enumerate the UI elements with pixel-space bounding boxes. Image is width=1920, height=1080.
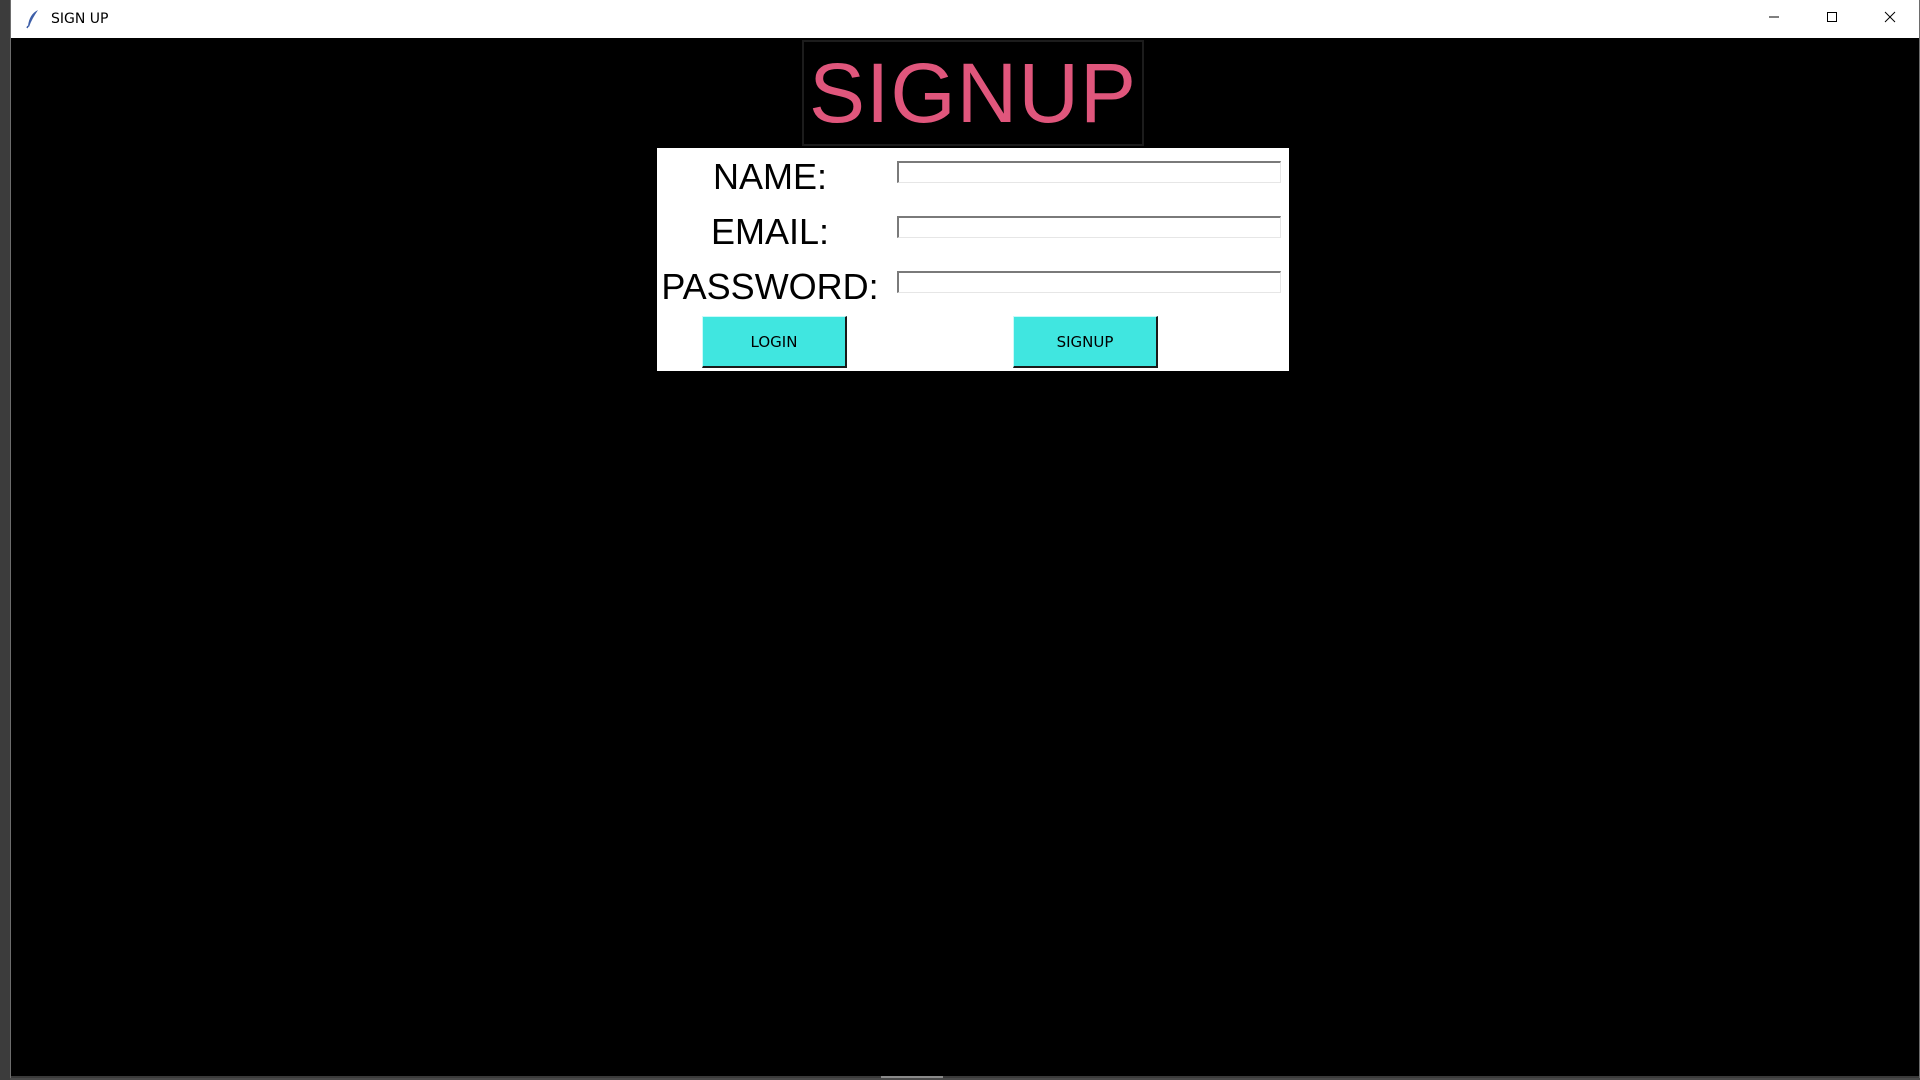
close-icon <box>1884 10 1896 28</box>
minimize-icon <box>1768 10 1780 28</box>
maximize-icon <box>1826 10 1838 28</box>
signup-window: SIGN UP SIGNUP NAME: EMAIL: PASSWORD: LO… <box>10 0 1920 1078</box>
login-button[interactable]: LOGIN <box>702 316 847 368</box>
close-button[interactable] <box>1861 0 1919 38</box>
minimize-button[interactable] <box>1745 0 1803 38</box>
window-title: SIGN UP <box>51 11 109 27</box>
signup-form-panel: NAME: EMAIL: PASSWORD: LOGIN SIGNUP <box>657 148 1289 371</box>
desktop-background-edge <box>0 0 10 1080</box>
email-input[interactable] <box>897 216 1281 238</box>
signup-button[interactable]: SIGNUP <box>1013 316 1158 368</box>
window-controls <box>1745 0 1919 38</box>
page-heading-box: SIGNUP <box>802 40 1144 146</box>
password-input[interactable] <box>897 271 1281 293</box>
page-title: SIGNUP <box>808 46 1138 140</box>
name-input[interactable] <box>897 161 1281 183</box>
password-label: PASSWORD: <box>661 266 879 307</box>
name-label: NAME: <box>712 156 827 197</box>
maximize-button[interactable] <box>1803 0 1861 38</box>
window-bottom-border <box>11 1076 1919 1078</box>
title-bar[interactable]: SIGN UP <box>11 0 1919 38</box>
feather-icon <box>23 9 43 29</box>
resize-grip[interactable] <box>881 1076 943 1078</box>
email-label: EMAIL: <box>710 211 830 252</box>
